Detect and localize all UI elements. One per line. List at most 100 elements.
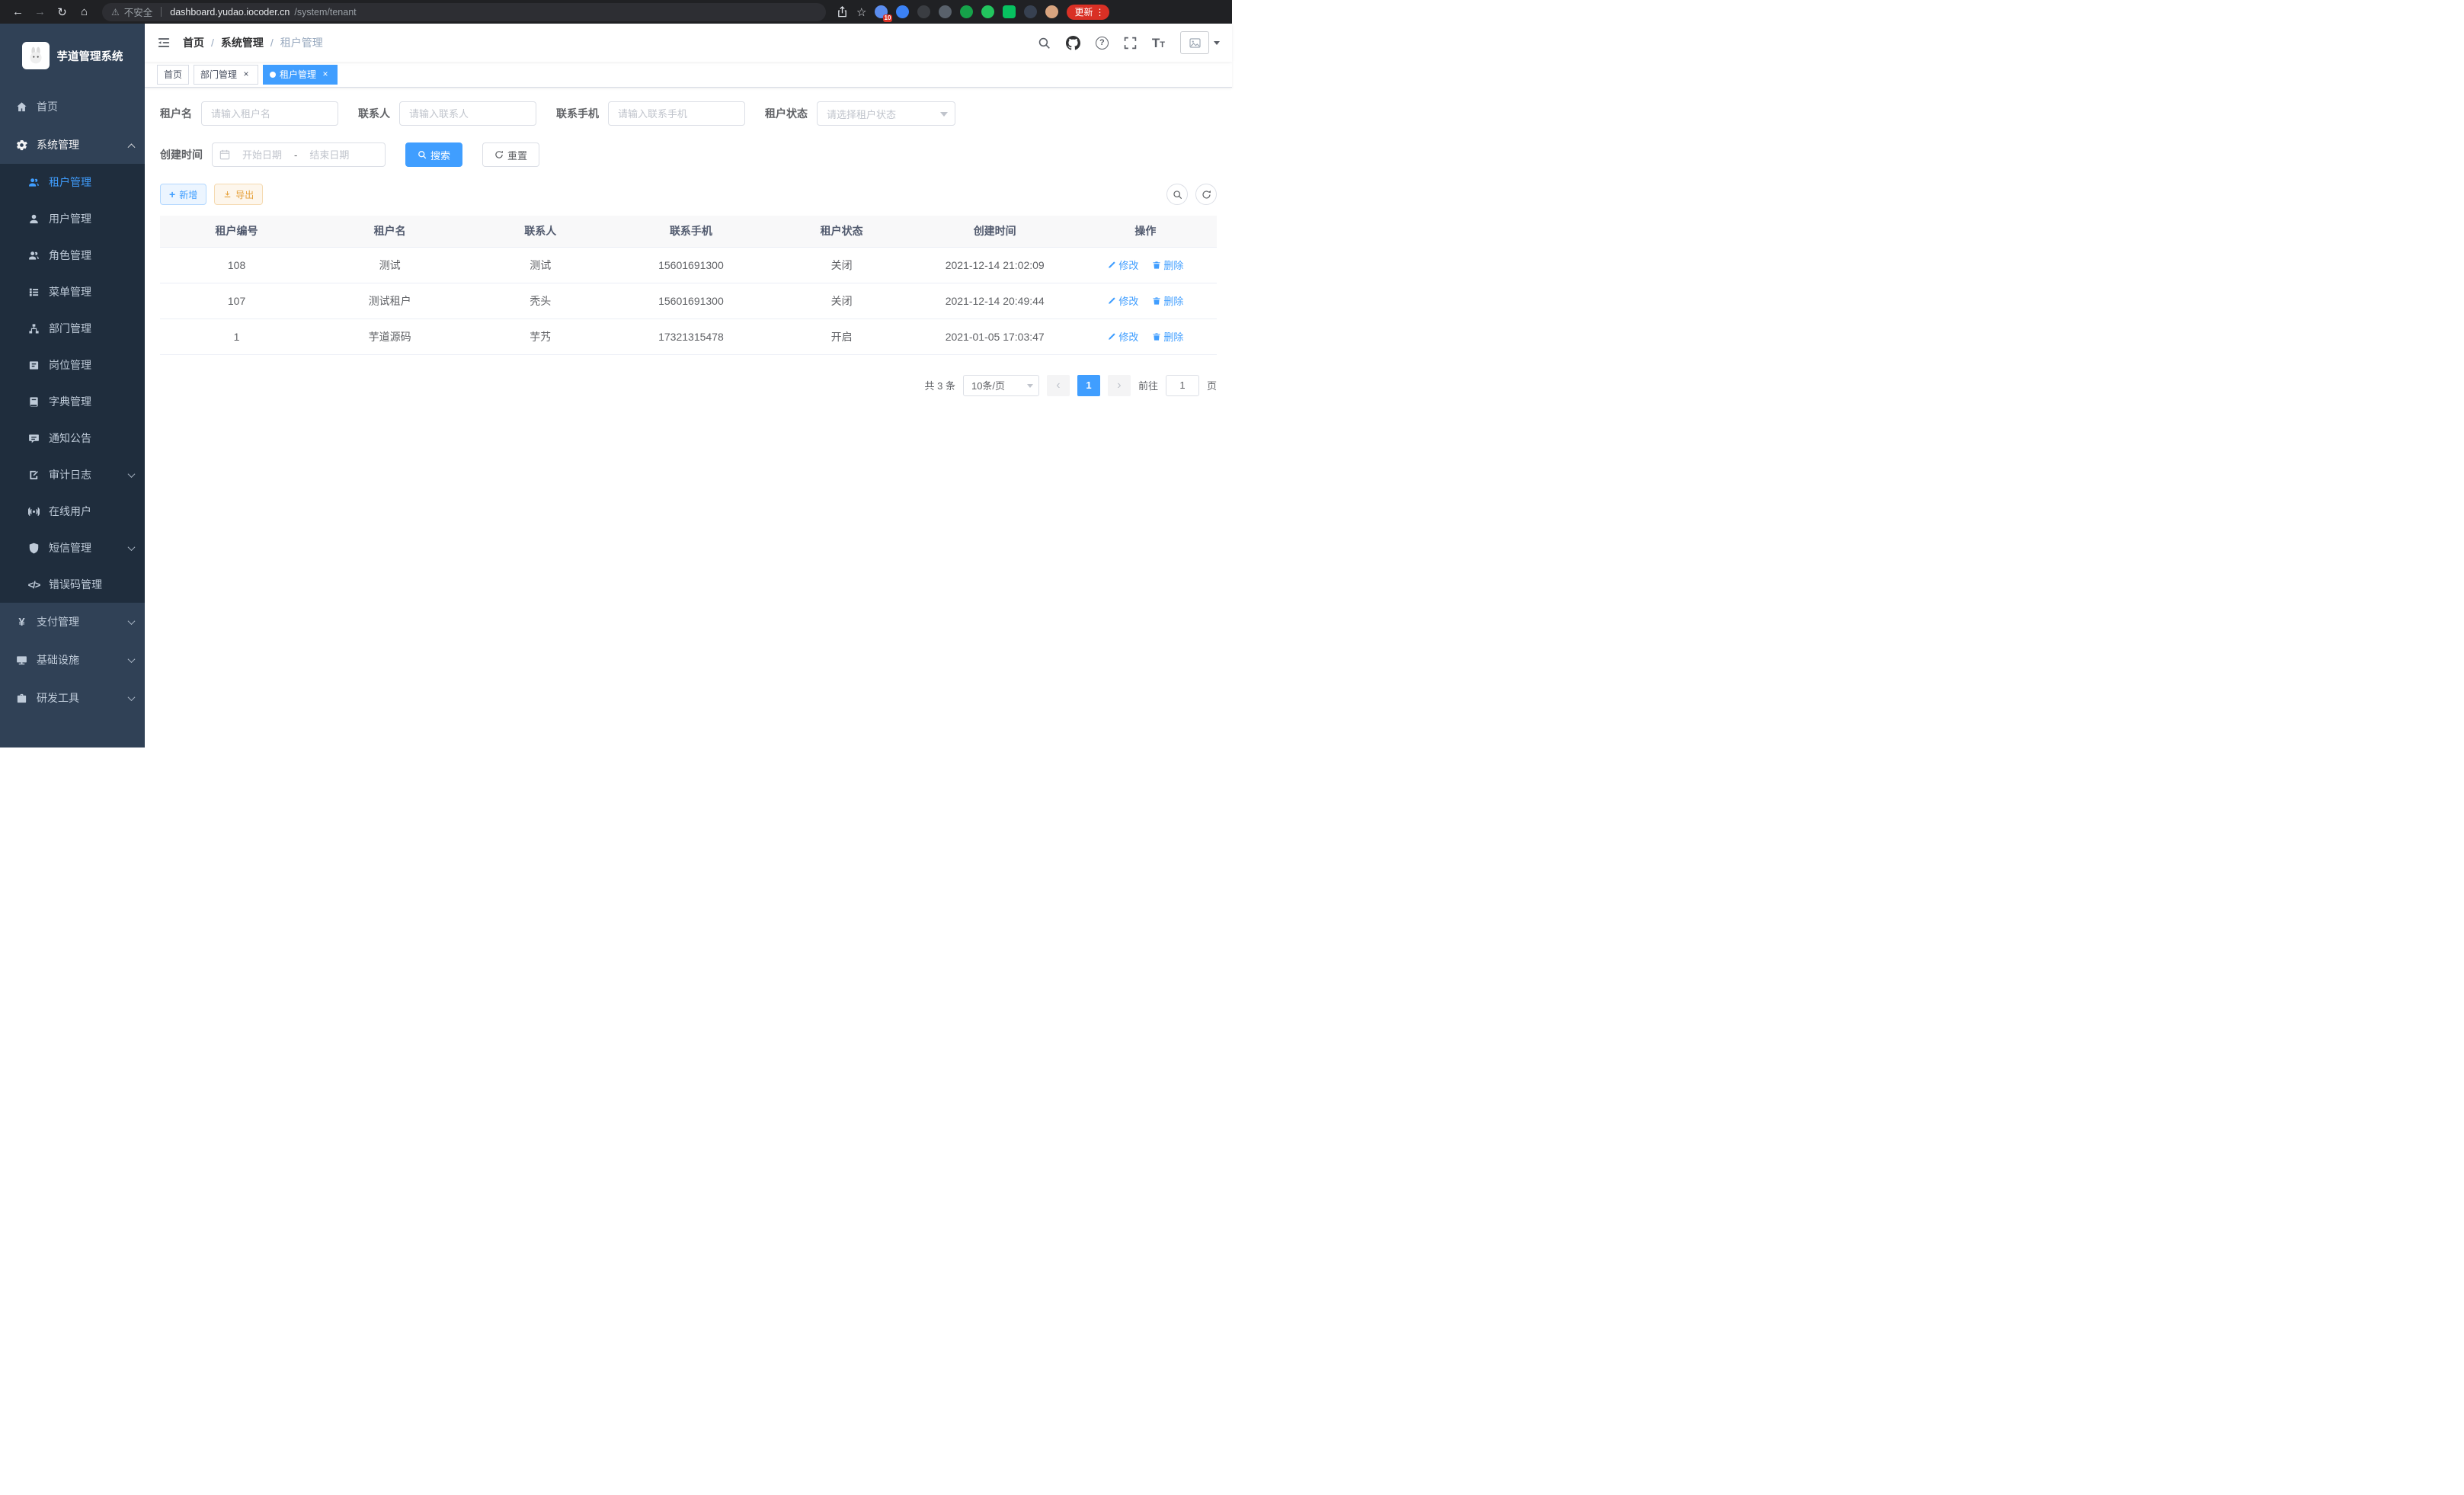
page-size-select[interactable]: 10条/页	[963, 375, 1039, 396]
sidebar-item-tenant[interactable]: 租户管理	[0, 164, 145, 200]
goto-page-input[interactable]	[1166, 375, 1199, 396]
column-header: 联系手机	[614, 216, 767, 247]
sidebar-item-dept[interactable]: 部门管理	[0, 310, 145, 347]
font-size-icon[interactable]: TT	[1152, 37, 1165, 50]
sidebar-item-audit-log[interactable]: 审计日志	[0, 456, 145, 493]
tab-home[interactable]: 首页	[157, 65, 189, 85]
search-icon[interactable]	[1038, 37, 1051, 50]
column-header: 操作	[1074, 216, 1217, 247]
tab-label: 首页	[164, 68, 182, 81]
cell-tenant-id: 1	[160, 319, 313, 354]
extension-icon-1[interactable]: 10	[875, 5, 888, 18]
url-bar[interactable]: ⚠ 不安全 dashboard.yudao.iocoder.cn/system/…	[102, 3, 826, 21]
security-label[interactable]: 不安全	[124, 5, 153, 19]
edit-link[interactable]: 修改	[1107, 293, 1138, 308]
export-button[interactable]: 导出	[214, 184, 263, 205]
delete-icon	[1152, 332, 1161, 341]
search-button[interactable]: 搜索	[405, 142, 462, 167]
start-date-input[interactable]	[234, 149, 290, 161]
reset-button[interactable]: 重置	[482, 142, 539, 167]
sidebar-item-label: 岗位管理	[49, 357, 91, 373]
app-logo[interactable]: 芋道管理系统	[0, 24, 145, 88]
create-time-range-picker[interactable]: -	[212, 142, 386, 167]
sidebar-item-online-users[interactable]: 在线用户	[0, 493, 145, 530]
tab-dept[interactable]: 部门管理 ×	[194, 65, 258, 85]
share-icon[interactable]	[837, 6, 848, 18]
cell-status: 关闭	[768, 283, 916, 319]
dev-tools-icon	[15, 693, 28, 704]
tab-tenant[interactable]: 租户管理 ×	[263, 65, 338, 85]
browser-update-button[interactable]: 更新 ⋮	[1067, 5, 1109, 20]
tenant-name-input[interactable]	[201, 101, 338, 126]
github-icon[interactable]	[1066, 36, 1080, 50]
end-date-input[interactable]	[301, 149, 357, 161]
bookmark-star-icon[interactable]: ☆	[856, 5, 866, 19]
chevron-down-icon	[128, 693, 136, 701]
extensions-puzzle-icon[interactable]	[1024, 5, 1037, 18]
calendar-icon	[219, 149, 230, 160]
sidebar-item-dict[interactable]: 字典管理	[0, 383, 145, 420]
sidebar-item-dev-tools[interactable]: 研发工具	[0, 679, 145, 717]
edit-link[interactable]: 修改	[1107, 329, 1138, 344]
toggle-search-button[interactable]	[1166, 184, 1188, 205]
sidebar-collapse-icon[interactable]	[157, 36, 171, 50]
sidebar-item-error-code[interactable]: </> 错误码管理	[0, 566, 145, 603]
sidebar-item-label: 短信管理	[49, 540, 91, 555]
home-button[interactable]: ⌂	[74, 2, 94, 22]
extension-icon-7[interactable]	[1003, 5, 1016, 18]
error-code-icon: </>	[27, 579, 40, 591]
sidebar-item-sms[interactable]: 短信管理	[0, 530, 145, 566]
sidebar-item-payment[interactable]: ¥ 支付管理	[0, 603, 145, 641]
next-page-button[interactable]: ›	[1108, 375, 1131, 396]
chrome-profile-avatar[interactable]	[1045, 5, 1058, 18]
extension-icon-5[interactable]	[960, 5, 973, 18]
fullscreen-icon[interactable]	[1124, 37, 1137, 50]
extension-icon-6[interactable]	[981, 5, 994, 18]
cell-phone: 15601691300	[614, 283, 767, 319]
edit-link[interactable]: 修改	[1107, 258, 1138, 272]
url-domain: dashboard.yudao.iocoder.cn	[170, 7, 290, 18]
prev-page-button[interactable]: ‹	[1047, 375, 1070, 396]
logo-image	[22, 42, 50, 69]
breadcrumb-system[interactable]: 系统管理	[221, 35, 264, 50]
refresh-table-button[interactable]	[1195, 184, 1217, 205]
delete-link[interactable]: 删除	[1152, 293, 1183, 308]
extension-icon-3[interactable]	[917, 5, 930, 18]
status-select[interactable]: 请选择租户状态	[817, 101, 955, 126]
sidebar-item-post[interactable]: 岗位管理	[0, 347, 145, 383]
add-button[interactable]: + 新增	[160, 184, 206, 205]
reload-button[interactable]: ↻	[52, 2, 72, 22]
chevron-down-icon	[128, 617, 136, 625]
user-avatar-menu[interactable]	[1180, 31, 1220, 54]
close-icon[interactable]: ×	[320, 69, 331, 80]
breadcrumb-home[interactable]: 首页	[183, 35, 204, 50]
sidebar-item-home[interactable]: 首页	[0, 88, 145, 126]
contact-input[interactable]	[399, 101, 536, 126]
phone-input[interactable]	[608, 101, 745, 126]
edit-icon	[1107, 296, 1116, 306]
cell-contact: 秃头	[466, 283, 614, 319]
page-size-value: 10条/页	[971, 378, 1005, 392]
sidebar-item-system[interactable]: 系统管理	[0, 126, 145, 164]
sidebar-item-menu[interactable]: 菜单管理	[0, 274, 145, 310]
edit-icon	[1107, 332, 1116, 341]
help-icon[interactable]: ?	[1096, 37, 1109, 50]
extension-icon-2[interactable]	[896, 5, 909, 18]
sidebar-item-notice[interactable]: 通知公告	[0, 420, 145, 456]
sidebar-item-user[interactable]: 用户管理	[0, 200, 145, 237]
extension-icon-4[interactable]	[939, 5, 952, 18]
sidebar-item-infrastructure[interactable]: 基础设施	[0, 641, 145, 679]
close-icon[interactable]: ×	[241, 69, 251, 80]
delete-link[interactable]: 删除	[1152, 329, 1183, 344]
notice-icon	[27, 433, 40, 444]
search-icon	[418, 150, 427, 159]
edit-icon	[1107, 261, 1116, 270]
sidebar-item-label: 错误码管理	[49, 577, 102, 592]
back-button[interactable]: ←	[8, 2, 28, 22]
delete-link[interactable]: 删除	[1152, 258, 1183, 272]
tags-view-bar: 首页 部门管理 × 租户管理 ×	[145, 62, 1232, 88]
sidebar-item-role[interactable]: 角色管理	[0, 237, 145, 274]
page-number-1[interactable]: 1	[1077, 375, 1100, 396]
sidebar-item-label: 研发工具	[37, 690, 79, 706]
forward-button[interactable]: →	[30, 2, 50, 22]
